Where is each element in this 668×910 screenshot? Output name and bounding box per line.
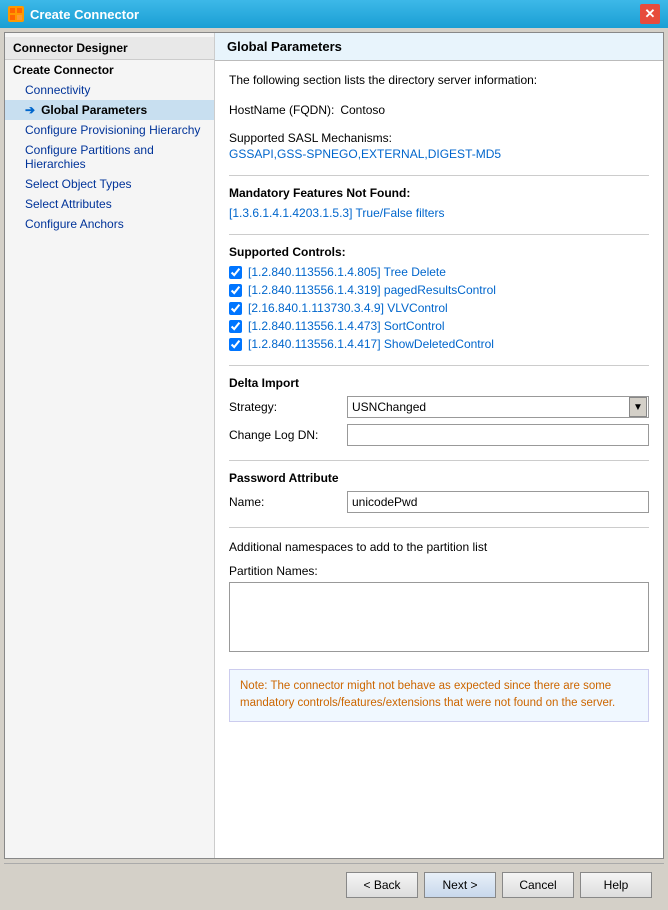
sidebar-label-create-connector: Create Connector (13, 63, 114, 77)
control-label-2: [2.16.840.1.113730.3.4.9] VLVControl (248, 301, 448, 315)
password-attribute-section: Password Attribute Name: (229, 471, 649, 513)
delta-import-section: Delta Import Strategy: USNChanged Change… (229, 376, 649, 446)
control-label-3: [1.2.840.113556.1.4.473] SortControl (248, 319, 445, 333)
note-text: Note: The connector might not behave as … (240, 680, 615, 709)
cancel-button[interactable]: Cancel (502, 872, 574, 898)
control-checkbox-1[interactable] (229, 284, 242, 297)
panel-header: Global Parameters (215, 33, 663, 61)
bottom-bar: < Back Next > Cancel Help (4, 863, 664, 906)
sidebar: Connector Designer Create Connector Conn… (5, 33, 215, 858)
sidebar-label-global-parameters: Global Parameters (41, 103, 147, 117)
control-row-3: [1.2.840.113556.1.4.473] SortControl (229, 319, 649, 333)
partition-names-input[interactable] (229, 582, 649, 652)
app-icon (8, 6, 24, 22)
control-checkbox-3[interactable] (229, 320, 242, 333)
strategy-label: Strategy: (229, 400, 339, 414)
sasl-section: Supported SASL Mechanisms: GSSAPI,GSS-SP… (229, 131, 649, 161)
control-checkbox-0[interactable] (229, 266, 242, 279)
hostname-section: HostName (FQDN): Contoso (229, 103, 649, 117)
control-row-4: [1.2.840.113556.1.4.417] ShowDeletedCont… (229, 337, 649, 351)
delta-import-title: Delta Import (229, 376, 649, 390)
mandatory-feature-item-0: [1.3.6.1.4.1.4203.1.5.3] True/False filt… (229, 206, 649, 220)
sidebar-item-connectivity[interactable]: Connectivity (5, 80, 214, 100)
strategy-row: Strategy: USNChanged ChangeLog None ▼ (229, 396, 649, 418)
mandatory-features-section: Mandatory Features Not Found: [1.3.6.1.4… (229, 186, 649, 220)
divider-5 (229, 527, 649, 528)
control-checkbox-4[interactable] (229, 338, 242, 351)
control-label-1: [1.2.840.113556.1.4.319] pagedResultsCon… (248, 283, 496, 297)
control-checkbox-2[interactable] (229, 302, 242, 315)
sidebar-header: Connector Designer (5, 37, 214, 60)
sasl-label: Supported SASL Mechanisms: (229, 131, 649, 145)
divider-2 (229, 234, 649, 235)
title-bar-left: Create Connector (8, 6, 139, 22)
sidebar-item-select-attributes[interactable]: Select Attributes (5, 194, 214, 214)
back-button[interactable]: < Back (346, 872, 418, 898)
sidebar-item-create-connector[interactable]: Create Connector (5, 60, 214, 80)
help-button[interactable]: Help (580, 872, 652, 898)
partition-names-area: Partition Names: (229, 564, 649, 655)
control-row-1: [1.2.840.113556.1.4.319] pagedResultsCon… (229, 283, 649, 297)
control-label-4: [1.2.840.113556.1.4.417] ShowDeletedCont… (248, 337, 494, 351)
window-title: Create Connector (30, 7, 139, 22)
additional-namespaces-section: Additional namespaces to add to the part… (229, 538, 649, 655)
divider-3 (229, 365, 649, 366)
control-row-0: [1.2.840.113556.1.4.805] Tree Delete (229, 265, 649, 279)
hostname-row: HostName (FQDN): Contoso (229, 103, 649, 117)
password-name-label: Name: (229, 495, 339, 509)
sidebar-item-global-parameters[interactable]: ➔ Global Parameters (5, 100, 214, 120)
additional-namespaces-title: Additional namespaces to add to the part… (229, 538, 649, 556)
supported-controls-title: Supported Controls: (229, 245, 649, 259)
changelog-dn-label: Change Log DN: (229, 428, 339, 442)
sidebar-label-configure-anchors: Configure Anchors (25, 217, 124, 231)
password-attribute-title: Password Attribute (229, 471, 649, 485)
changelog-dn-input[interactable] (347, 424, 649, 446)
sidebar-label-select-attributes: Select Attributes (25, 197, 112, 211)
partition-names-label: Partition Names: (229, 564, 649, 578)
sidebar-label-select-object-types: Select Object Types (25, 177, 132, 191)
strategy-select[interactable]: USNChanged ChangeLog None (347, 396, 649, 418)
title-bar: Create Connector ✕ (0, 0, 668, 28)
supported-controls-section: Supported Controls: [1.2.840.113556.1.4.… (229, 245, 649, 351)
password-name-row: Name: (229, 491, 649, 513)
intro-text: The following section lists the director… (229, 71, 649, 89)
sidebar-item-configure-anchors[interactable]: Configure Anchors (5, 214, 214, 234)
panel-content: The following section lists the director… (215, 61, 663, 858)
next-button[interactable]: Next > (424, 872, 496, 898)
sidebar-label-configure-provisioning: Configure Provisioning Hierarchy (25, 123, 200, 137)
intro-section: The following section lists the director… (229, 71, 649, 89)
strategy-select-wrapper: USNChanged ChangeLog None ▼ (347, 396, 649, 418)
control-label-0: [1.2.840.113556.1.4.805] Tree Delete (248, 265, 446, 279)
sasl-value: GSSAPI,GSS-SPNEGO,EXTERNAL,DIGEST-MD5 (229, 147, 649, 161)
password-name-input[interactable] (347, 491, 649, 513)
main-container: Connector Designer Create Connector Conn… (0, 28, 668, 910)
right-panel: Global Parameters The following section … (215, 33, 663, 858)
sidebar-label-configure-partitions: Configure Partitions and Hierarchies (25, 143, 206, 171)
control-row-2: [2.16.840.1.113730.3.4.9] VLVControl (229, 301, 649, 315)
mandatory-features-title: Mandatory Features Not Found: (229, 186, 649, 200)
sidebar-item-select-object-types[interactable]: Select Object Types (5, 174, 214, 194)
active-arrow-icon: ➔ (25, 103, 35, 117)
divider-4 (229, 460, 649, 461)
sidebar-item-configure-partitions[interactable]: Configure Partitions and Hierarchies (5, 140, 214, 174)
sidebar-label-connectivity: Connectivity (25, 83, 90, 97)
hostname-label: HostName (FQDN): (229, 103, 334, 117)
note-box: Note: The connector might not behave as … (229, 669, 649, 722)
content-area: Connector Designer Create Connector Conn… (4, 32, 664, 859)
close-button[interactable]: ✕ (640, 4, 660, 24)
sidebar-item-configure-provisioning[interactable]: Configure Provisioning Hierarchy (5, 120, 214, 140)
divider-1 (229, 175, 649, 176)
hostname-value: Contoso (340, 103, 385, 117)
changelog-dn-row: Change Log DN: (229, 424, 649, 446)
mandatory-feature-link[interactable]: [1.3.6.1.4.1.4203.1.5.3] True/False filt… (229, 206, 444, 220)
